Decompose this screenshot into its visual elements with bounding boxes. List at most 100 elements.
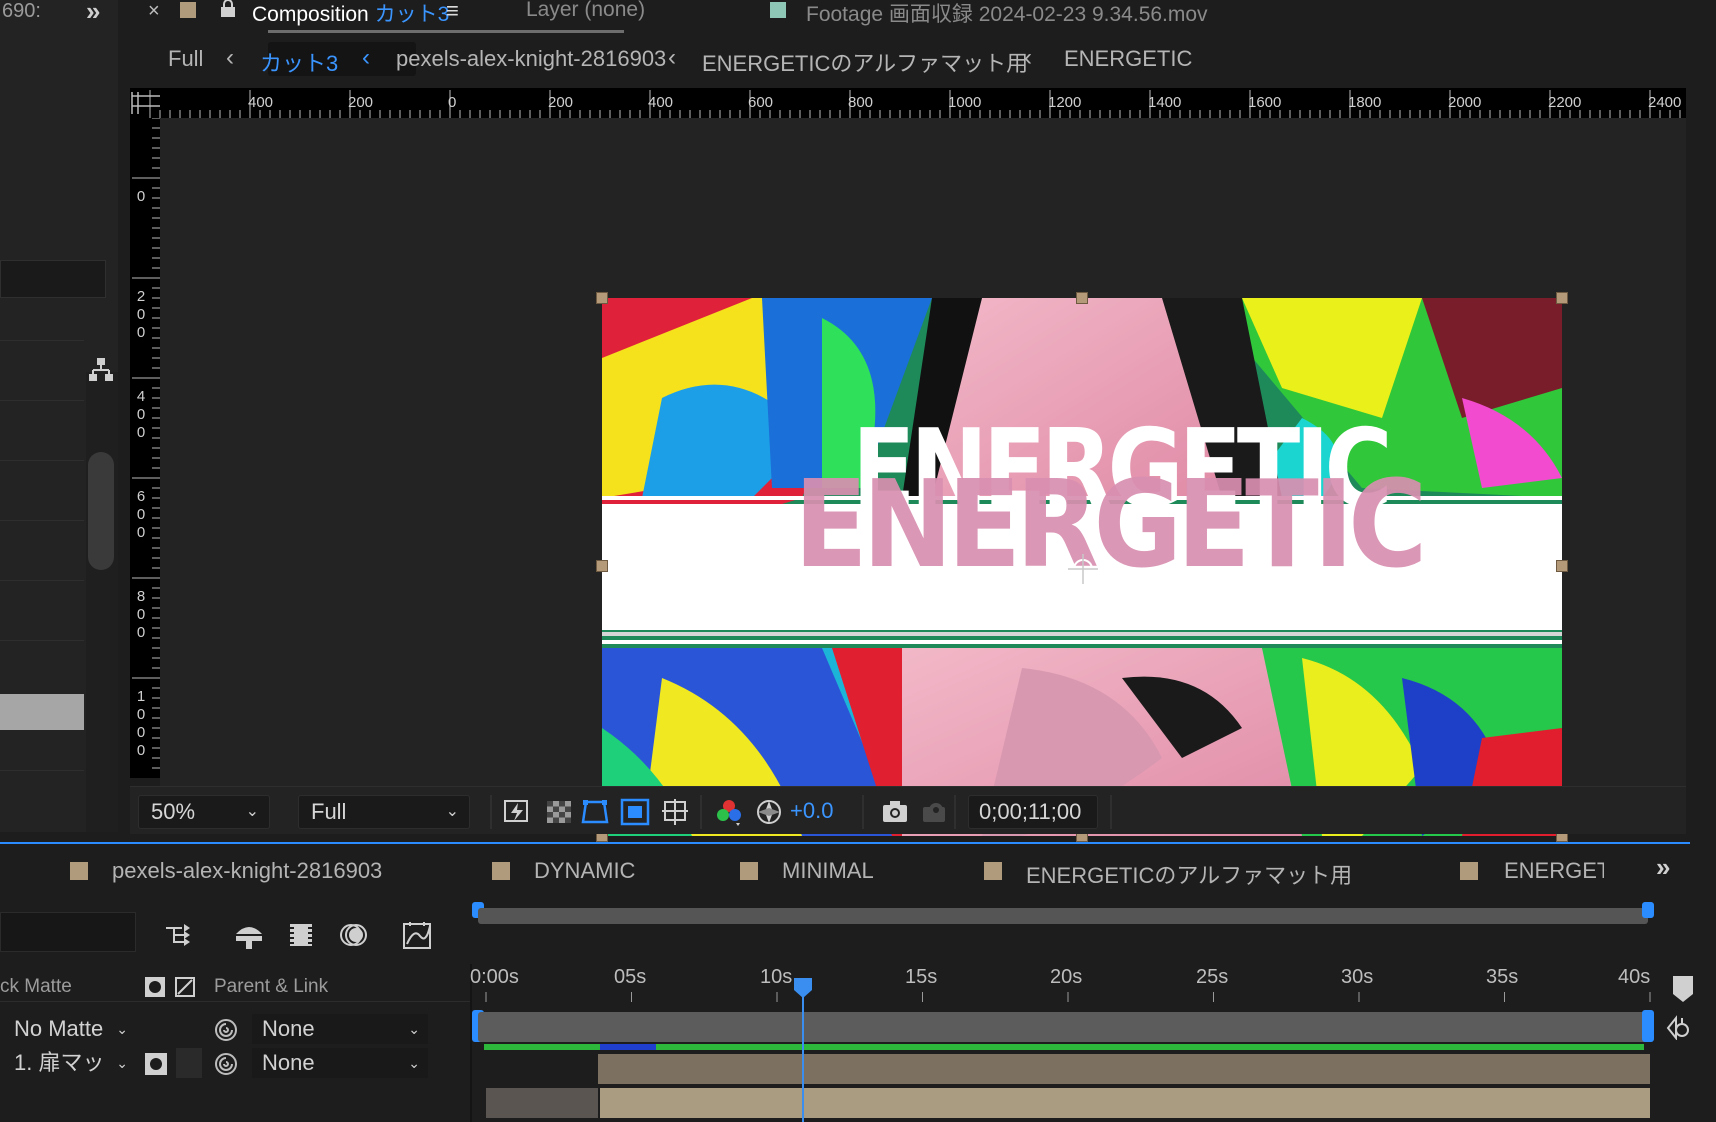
tab-composition[interactable]: Composition カット3 bbox=[252, 0, 449, 28]
matte-invert-toggle[interactable] bbox=[176, 1048, 202, 1078]
time-ruler-label: 40s bbox=[1618, 966, 1651, 988]
exposure-value[interactable]: +0.0 bbox=[790, 798, 833, 824]
ruler-label: 600 bbox=[748, 94, 774, 111]
ruler-label: 800 bbox=[136, 588, 146, 641]
transform-handle[interactable] bbox=[1556, 292, 1568, 304]
composition-tab-prefix: Composition bbox=[252, 3, 369, 26]
selected-project-item[interactable] bbox=[0, 694, 84, 730]
divider bbox=[0, 580, 84, 581]
ruler-ticks bbox=[132, 118, 160, 769]
crumb-active-comp[interactable]: カット3 bbox=[260, 46, 338, 78]
graph-editor-icon[interactable] bbox=[400, 920, 434, 950]
project-scrollbar-track[interactable] bbox=[86, 372, 118, 832]
draft-3d-icon[interactable] bbox=[232, 920, 266, 950]
composition-viewer[interactable]: ENERGETIC ENERGETIC bbox=[160, 118, 1686, 842]
camera-snapshot-icon[interactable] bbox=[880, 797, 910, 827]
parent-dropdown[interactable]: None ⌄ bbox=[252, 1014, 428, 1044]
footage-label-swatch bbox=[770, 2, 786, 18]
expand-panels-icon[interactable]: » bbox=[86, 0, 100, 27]
close-tab-icon[interactable]: × bbox=[148, 0, 160, 23]
transform-handle[interactable] bbox=[1556, 560, 1568, 572]
tab-layer[interactable]: Layer (none) bbox=[526, 0, 645, 22]
work-area-bar[interactable] bbox=[478, 1012, 1648, 1042]
current-time-display[interactable]: 0;00;11;00 bbox=[968, 795, 1098, 829]
ruler-label: 1200 bbox=[1048, 94, 1082, 111]
timeline-tab-pexels[interactable]: pexels-alex-knight-2816903 bbox=[112, 858, 382, 884]
time-ruler-label: 35s bbox=[1486, 966, 1519, 988]
layer-duration-bar[interactable] bbox=[600, 1088, 1650, 1118]
composition-canvas[interactable]: ENERGETIC ENERGETIC bbox=[602, 298, 1562, 836]
track-matte-dropdown[interactable]: No Matte ⌄ bbox=[4, 1014, 136, 1044]
comp-label-swatch bbox=[492, 862, 510, 880]
comp-marker-bin-icon[interactable] bbox=[1670, 974, 1696, 1004]
parent-link-header[interactable]: Parent & Link bbox=[214, 976, 328, 998]
ruler-label: 400 bbox=[136, 388, 146, 441]
ruler-label: 2000 bbox=[1448, 94, 1482, 111]
lock-icon[interactable] bbox=[220, 0, 236, 18]
track-matte-dropdown[interactable]: 1. 扉マッ ⌄ bbox=[4, 1048, 136, 1078]
transform-handle[interactable] bbox=[596, 560, 608, 572]
composition-mini-flowchart-icon[interactable] bbox=[164, 920, 198, 950]
track-matte-header[interactable]: ck Matte bbox=[0, 976, 72, 998]
ruler-label: 800 bbox=[848, 94, 874, 111]
show-snapshot-icon[interactable] bbox=[920, 797, 950, 827]
parent-value: None bbox=[262, 1016, 315, 1041]
anchor-point-icon[interactable] bbox=[1066, 552, 1100, 586]
work-area-end[interactable] bbox=[1642, 1010, 1654, 1042]
timeline-tab-energetic[interactable]: ENERGETI bbox=[1504, 858, 1604, 884]
frame-blending-icon[interactable] bbox=[284, 920, 318, 950]
timeline-tab-alpha-matte[interactable]: ENERGETICのアルファマット用 bbox=[1026, 858, 1352, 890]
time-navigator-bar[interactable] bbox=[478, 908, 1648, 924]
crumb-full[interactable]: Full bbox=[168, 46, 203, 72]
reset-exposure-icon[interactable] bbox=[754, 797, 784, 827]
zoom-dropdown[interactable]: 50% ⌄ bbox=[138, 795, 270, 829]
grid-guides-icon[interactable] bbox=[660, 797, 690, 827]
pick-whip-icon[interactable] bbox=[214, 1018, 238, 1042]
matte-invert-icon[interactable] bbox=[174, 976, 196, 998]
current-time-indicator[interactable] bbox=[792, 976, 814, 1000]
crumb-alpha-matte[interactable]: ENERGETICのアルファマット用 bbox=[702, 46, 1028, 78]
mask-path-visibility-icon[interactable] bbox=[580, 797, 610, 827]
resolution-dropdown[interactable]: Full ⌄ bbox=[298, 795, 470, 829]
parent-dropdown[interactable]: None ⌄ bbox=[252, 1048, 428, 1078]
crumb-energetic[interactable]: ENERGETIC bbox=[1064, 46, 1192, 72]
matte-alpha-icon[interactable] bbox=[144, 1052, 168, 1076]
transform-handle[interactable] bbox=[596, 292, 608, 304]
current-time-indicator-line[interactable] bbox=[802, 980, 804, 1122]
ruler-label: 1000 bbox=[948, 94, 982, 111]
color-channels-icon[interactable] bbox=[714, 797, 744, 827]
composition-tab-name: カット3 bbox=[374, 3, 450, 26]
time-ruler-label: 0:00s bbox=[470, 966, 519, 988]
crumb-pexels[interactable]: pexels-alex-knight-2816903 bbox=[396, 46, 666, 72]
time-graph[interactable]: 0:00s 05s 10s 15s 20s 25s 30s 35s 40s bbox=[470, 888, 1672, 1122]
ruler-label: 2200 bbox=[1548, 94, 1582, 111]
vertical-ruler[interactable]: 0 200 400 600 800 1000 bbox=[130, 118, 160, 778]
time-ruler-label: 25s bbox=[1196, 966, 1229, 988]
pick-whip-icon[interactable] bbox=[214, 1052, 238, 1076]
project-search-field[interactable] bbox=[0, 260, 106, 298]
divider bbox=[0, 460, 84, 461]
transform-handle[interactable] bbox=[1076, 292, 1088, 304]
fast-preview-icon[interactable] bbox=[502, 797, 532, 827]
time-ruler-label: 10s bbox=[760, 966, 793, 988]
motion-blur-icon[interactable] bbox=[336, 920, 370, 950]
horizontal-ruler[interactable]: 400 200 0 200 400 600 800 1000 1200 1400… bbox=[130, 88, 1686, 118]
layer-duration-bar[interactable] bbox=[598, 1054, 1650, 1084]
ruler-label: 400 bbox=[248, 94, 274, 111]
timeline-tab-dynamic[interactable]: DYNAMIC bbox=[534, 858, 635, 884]
region-of-interest-icon[interactable] bbox=[620, 797, 650, 827]
panel-menu-icon[interactable]: ≡ bbox=[446, 0, 459, 24]
layer-in-out-icon[interactable] bbox=[1664, 1014, 1694, 1040]
more-tabs-icon[interactable]: » bbox=[1656, 852, 1670, 883]
flowchart-icon[interactable] bbox=[87, 356, 115, 384]
navigator-end-handle[interactable] bbox=[1642, 902, 1654, 918]
timeline-tab-minimal[interactable]: MINIMAL bbox=[782, 858, 874, 884]
matte-alpha-icon[interactable] bbox=[144, 976, 166, 998]
transparency-grid-icon[interactable] bbox=[544, 797, 574, 827]
chevron-down-icon: ⌄ bbox=[408, 1021, 420, 1037]
project-scrollbar-thumb[interactable] bbox=[88, 452, 114, 570]
layer-row[interactable]: No Matte ⌄ None ⌄ bbox=[0, 1012, 470, 1046]
timeline-search-input[interactable] bbox=[0, 912, 136, 952]
tab-footage[interactable]: Footage 画面収録 2024-02-23 9.34.56.mov bbox=[806, 0, 1208, 28]
layer-row[interactable]: 1. 扉マッ ⌄ None ⌄ bbox=[0, 1046, 470, 1080]
